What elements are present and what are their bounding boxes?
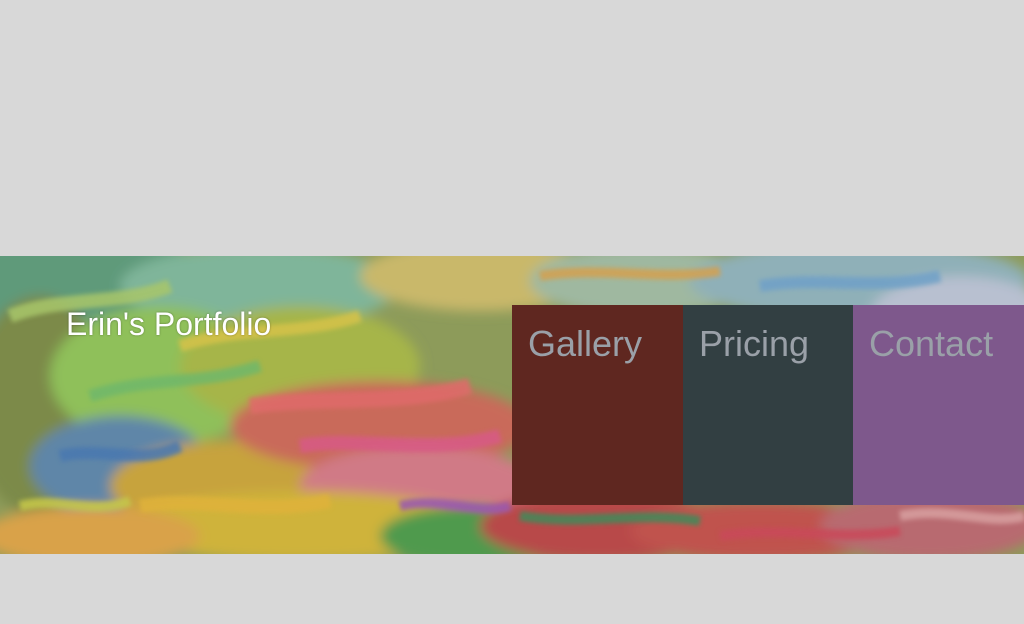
nav-gallery[interactable]: Gallery bbox=[512, 305, 683, 505]
site-title: Erin's Portfolio bbox=[66, 306, 272, 342]
nav-contact[interactable]: Contact bbox=[853, 305, 1024, 505]
nav-pricing[interactable]: Pricing bbox=[683, 305, 853, 505]
main-nav: Gallery Pricing Contact bbox=[512, 305, 1024, 505]
header-banner: Erin's Portfolio Gallery Pricing Contact bbox=[0, 256, 1024, 554]
